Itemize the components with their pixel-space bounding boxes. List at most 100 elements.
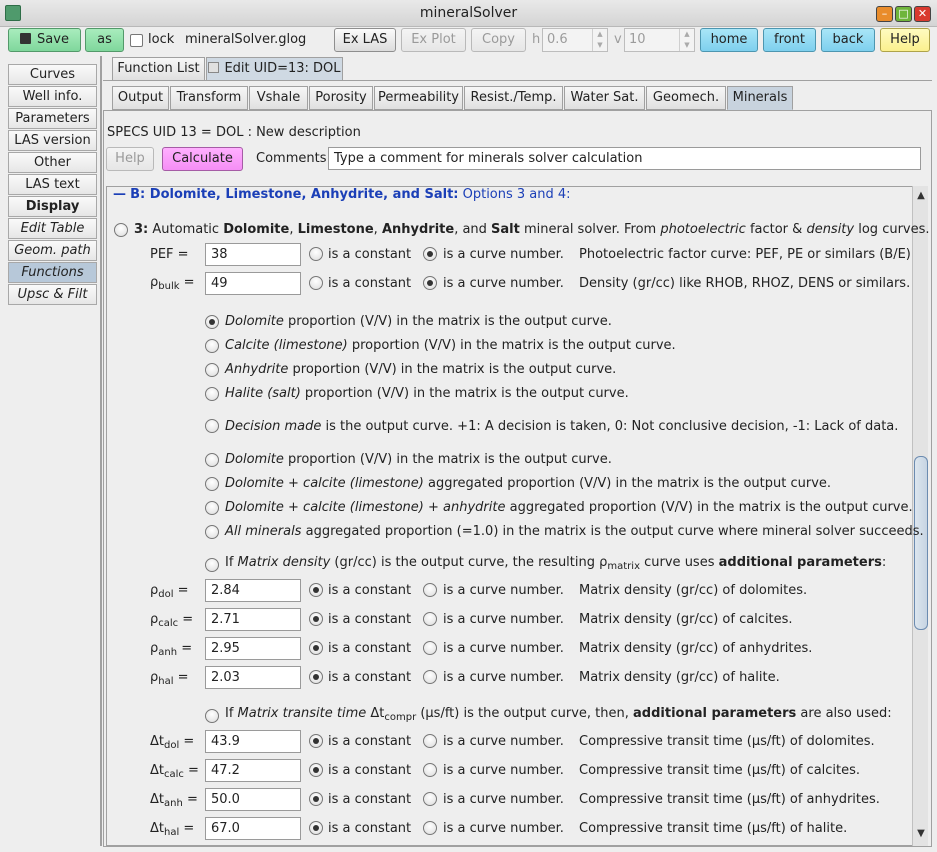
dt-anh-curve-radio[interactable] (423, 792, 437, 806)
tab-water-sat[interactable]: Water Sat. (564, 86, 645, 110)
output-calcite-label: Calcite (limestone) proportion (V/V) in … (225, 338, 676, 353)
comments-input[interactable]: Type a comment for minerals solver calcu… (328, 147, 921, 170)
tab-edit-icon (208, 62, 220, 73)
sidebar-item-upsc-filt[interactable]: Upsc & Filt (8, 284, 97, 305)
sidebar-item-display[interactable]: Display (8, 196, 97, 217)
dt-dol-input[interactable]: 43.9 (205, 730, 301, 753)
dt-calc-curve-radio[interactable] (423, 763, 437, 777)
rho-anh-curve-radio[interactable] (423, 641, 437, 655)
output-dolomite-2-radio[interactable] (205, 453, 219, 467)
help-button[interactable]: Help (880, 28, 930, 52)
output-dolomite-radio[interactable] (205, 315, 219, 329)
output-dol-calc-anh-radio[interactable] (205, 501, 219, 515)
h-spinner-arrows-icon[interactable]: ▲ ▼ (592, 29, 607, 51)
rho-bulk-constant-label: is a constant (328, 276, 412, 291)
tab-resist-temp[interactable]: Resist./Temp. (464, 86, 563, 110)
window-title: mineralSolver (419, 5, 518, 21)
tab-function-list[interactable]: Function List (112, 57, 205, 81)
rho-bulk-input[interactable]: 49 (205, 272, 301, 295)
scroll-up-icon[interactable]: ▲ (913, 190, 929, 201)
h-spinner[interactable]: 0.6 ▲ ▼ (542, 28, 608, 52)
dt-hal-curve-radio[interactable] (423, 821, 437, 835)
tab-porosity[interactable]: Porosity (309, 86, 373, 110)
tab-geomech[interactable]: Geomech. (646, 86, 726, 110)
sidebar-item-functions[interactable]: Functions (8, 262, 97, 283)
dt-calc-constant-label: is a constant (328, 763, 412, 778)
dt-dol-description: Compressive transit time (μs/ft) of dolo… (579, 734, 875, 749)
sidebar-item-las-text[interactable]: LAS text (8, 174, 97, 195)
rho-bulk-constant-radio[interactable] (309, 276, 323, 290)
sidebar-item-well-info[interactable]: Well info. (8, 86, 97, 107)
dt-hal-input[interactable]: 67.0 (205, 817, 301, 840)
dt-calc-input[interactable]: 47.2 (205, 759, 301, 782)
dt-anh-constant-radio[interactable] (309, 792, 323, 806)
output-dol-calc-radio[interactable] (205, 477, 219, 491)
output-anhydrite-radio[interactable] (205, 363, 219, 377)
sidebar-item-las-version[interactable]: LAS version (8, 130, 97, 151)
rho-calc-label: ρcalc = (150, 612, 194, 629)
rho-dol-constant-label: is a constant (328, 583, 412, 598)
home-button[interactable]: home (700, 28, 758, 52)
back-button[interactable]: back (821, 28, 875, 52)
v-spinner-arrows-icon[interactable]: ▲ ▼ (679, 29, 694, 51)
output-all-minerals-radio[interactable] (205, 525, 219, 539)
ex-las-button[interactable]: Ex LAS (334, 28, 396, 52)
sidebar-item-edit-table[interactable]: Edit Table (8, 218, 97, 239)
tab-permeability[interactable]: Permeability (374, 86, 463, 110)
rho-anh-input[interactable]: 2.95 (205, 637, 301, 660)
tab-edit-uid[interactable]: Edit UID=13: DOL (206, 57, 343, 81)
sidebar-item-geom-path[interactable]: Geom. path (8, 240, 97, 261)
option-3-radio[interactable] (114, 223, 128, 237)
dt-hal-label: Δthal = (150, 821, 195, 838)
sidebar-item-parameters[interactable]: Parameters (8, 108, 97, 129)
v-spinner[interactable]: 10 ▲ ▼ (624, 28, 695, 52)
matrix-density-radio[interactable] (205, 558, 219, 572)
lock-checkbox[interactable] (130, 34, 143, 47)
rho-calc-constant-radio[interactable] (309, 612, 323, 626)
tab-vshale[interactable]: Vshale (249, 86, 308, 110)
save-button[interactable]: Save (8, 28, 81, 52)
minimize-icon[interactable]: – (876, 6, 893, 22)
ex-plot-button[interactable]: Ex Plot (401, 28, 466, 52)
rho-bulk-curve-radio[interactable] (423, 276, 437, 290)
rho-hal-curve-radio[interactable] (423, 670, 437, 684)
tab-minerals[interactable]: Minerals (727, 86, 793, 110)
rho-dol-curve-radio[interactable] (423, 583, 437, 597)
rho-calc-curve-radio[interactable] (423, 612, 437, 626)
rho-dol-input[interactable]: 2.84 (205, 579, 301, 602)
output-decision-radio[interactable] (205, 419, 219, 433)
rho-calc-curve-label: is a curve number. (443, 612, 564, 627)
output-calcite-radio[interactable] (205, 339, 219, 353)
save-as-button[interactable]: as (85, 28, 124, 52)
calculate-button[interactable]: Calculate (162, 147, 243, 171)
front-button[interactable]: front (763, 28, 816, 52)
sidebar-item-curves[interactable]: Curves (8, 64, 97, 85)
dt-dol-curve-radio[interactable] (423, 734, 437, 748)
rho-hal-input[interactable]: 2.03 (205, 666, 301, 689)
transit-time-radio[interactable] (205, 709, 219, 723)
pef-constant-radio[interactable] (309, 247, 323, 261)
scroll-down-icon[interactable]: ▼ (913, 828, 929, 839)
tab-output[interactable]: Output (112, 86, 169, 110)
sidebar-item-other[interactable]: Other (8, 152, 97, 173)
dt-hal-constant-radio[interactable] (309, 821, 323, 835)
rho-hal-constant-radio[interactable] (309, 670, 323, 684)
rho-anh-constant-label: is a constant (328, 641, 412, 656)
dt-dol-constant-radio[interactable] (309, 734, 323, 748)
pef-input[interactable]: 38 (205, 243, 301, 266)
scrollbar-thumb[interactable] (914, 456, 928, 630)
close-icon[interactable]: ✕ (914, 6, 931, 22)
panel-help-button[interactable]: Help (106, 147, 154, 171)
copy-button[interactable]: Copy (471, 28, 526, 52)
tab-transform[interactable]: Transform (170, 86, 248, 110)
maximize-icon[interactable]: □ (895, 6, 912, 22)
output-halite-radio[interactable] (205, 387, 219, 401)
dt-anh-input[interactable]: 50.0 (205, 788, 301, 811)
dt-calc-constant-radio[interactable] (309, 763, 323, 777)
rho-anh-constant-radio[interactable] (309, 641, 323, 655)
rho-dol-constant-radio[interactable] (309, 583, 323, 597)
pef-curve-radio[interactable] (423, 247, 437, 261)
rho-dol-label: ρdol = (150, 583, 189, 600)
rho-calc-input[interactable]: 2.71 (205, 608, 301, 631)
lock-label: lock (148, 32, 175, 47)
